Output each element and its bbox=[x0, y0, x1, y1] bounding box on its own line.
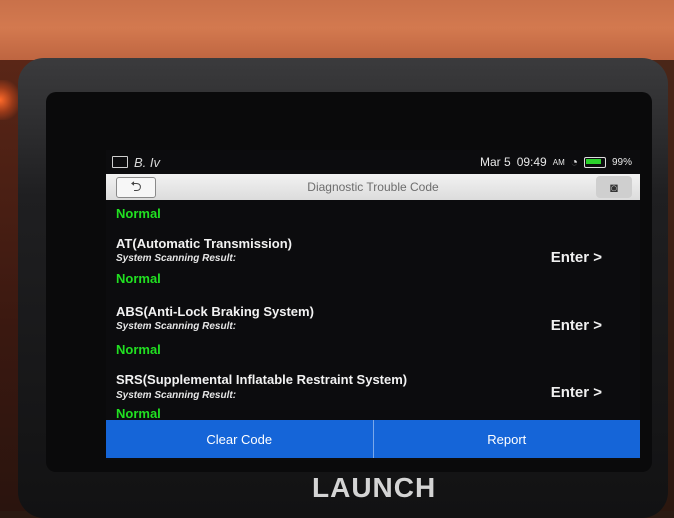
system-result-label: System Scanning Result: bbox=[116, 390, 237, 401]
system-list: Normal AT(Automatic Transmission) System… bbox=[106, 200, 640, 422]
battery-percent: 99% bbox=[611, 156, 632, 168]
enter-button[interactable]: Enter > bbox=[551, 317, 602, 334]
status-ampm: AM bbox=[552, 157, 565, 167]
system-status: Normal bbox=[116, 342, 161, 357]
wifi-icon: ◔ bbox=[570, 155, 578, 169]
action-bar: Clear Code Report bbox=[106, 420, 640, 458]
screenshot-button[interactable]: ◙ bbox=[596, 176, 632, 198]
status-time: 09:49 bbox=[516, 155, 547, 169]
title-bar: ⮌ Diagnostic Trouble Code ◙ bbox=[106, 174, 640, 200]
camera-icon: ◙ bbox=[610, 179, 618, 195]
previous-system-status: Normal bbox=[116, 206, 161, 221]
battery-icon bbox=[583, 156, 606, 168]
system-name: AT(Automatic Transmission) bbox=[116, 236, 293, 251]
status-date: Mar 5 bbox=[480, 155, 511, 169]
clear-code-button[interactable]: Clear Code bbox=[106, 420, 373, 458]
system-name: SRS(Supplemental Inflatable Restraint Sy… bbox=[116, 372, 408, 387]
back-arrow-icon: ⮌ bbox=[130, 177, 142, 194]
system-status: Normal bbox=[116, 271, 161, 286]
device-screen: B. Iv Mar 5 09:49 AM ◔ 99% ⮌ Diagnostic … bbox=[106, 150, 640, 460]
enter-button[interactable]: Enter > bbox=[551, 249, 602, 266]
system-status: Normal bbox=[116, 406, 161, 421]
system-name: ABS(Anti-Lock Braking System) bbox=[116, 304, 314, 319]
system-result-label: System Scanning Result: bbox=[116, 321, 237, 332]
enter-button[interactable]: Enter > bbox=[551, 384, 602, 401]
back-button[interactable]: ⮌ bbox=[116, 177, 156, 198]
page-title: Diagnostic Trouble Code bbox=[307, 180, 439, 194]
gallery-icon bbox=[112, 156, 128, 168]
status-bar: B. Iv Mar 5 09:49 AM ◔ 99% bbox=[106, 150, 640, 174]
system-result-label: System Scanning Result: bbox=[116, 253, 237, 264]
status-badge: B. Iv bbox=[134, 154, 161, 170]
brand-logo: LAUNCH bbox=[312, 472, 437, 503]
report-button[interactable]: Report bbox=[374, 420, 641, 458]
